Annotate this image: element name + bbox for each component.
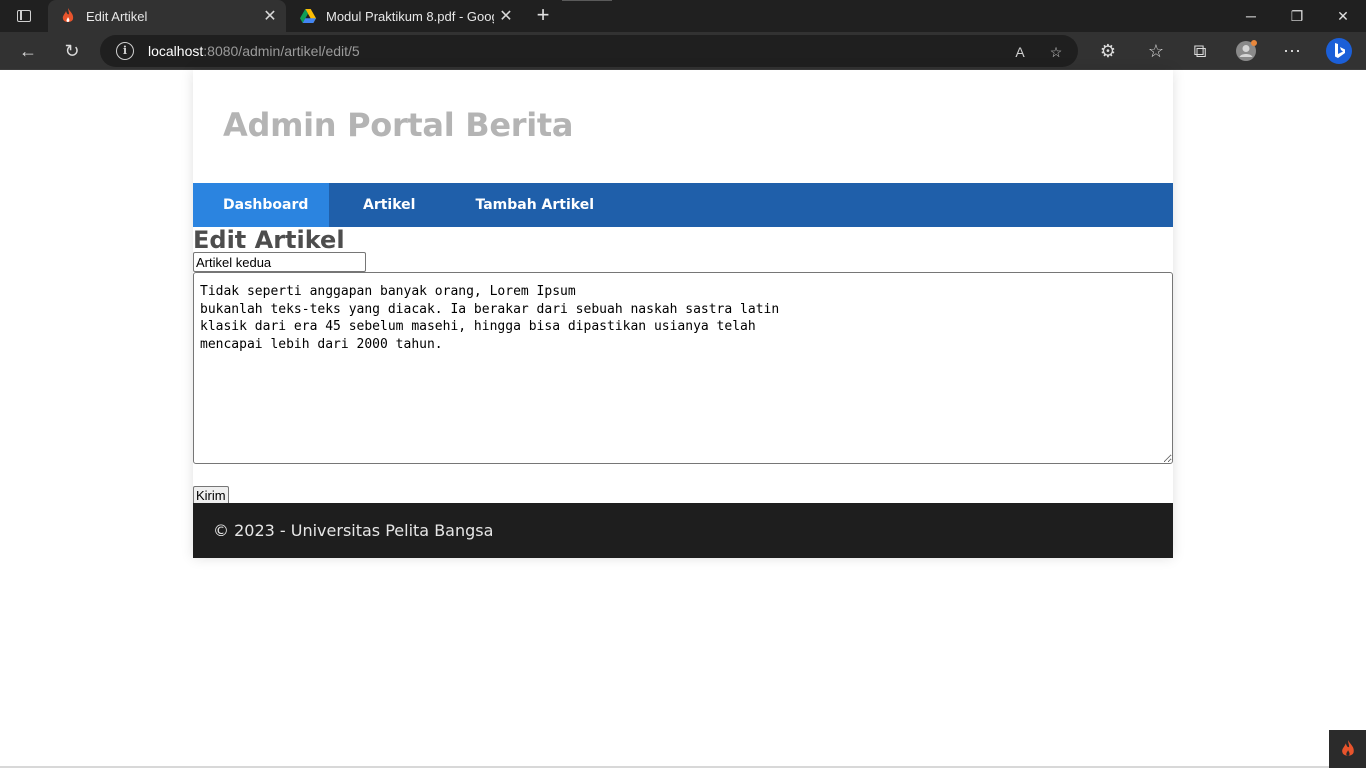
site-footer: © 2023 - Universitas Pelita Bangsa bbox=[193, 503, 1173, 558]
tab-edit-artikel[interactable]: Edit Artikel ✕ bbox=[48, 0, 286, 32]
browser-toolbar: ← ↻ i localhost:8080/admin/artikel/edit/… bbox=[0, 32, 1366, 70]
close-icon[interactable]: ✕ bbox=[494, 4, 518, 28]
browser-titlebar: Edit Artikel ✕ Modul Praktikum 8.pdf - G… bbox=[0, 0, 1366, 32]
debug-toolbar-icon[interactable] bbox=[1329, 730, 1366, 768]
tab-modul-praktikum[interactable]: Modul Praktikum 8.pdf - Google ✕ bbox=[288, 0, 524, 32]
url-text[interactable]: localhost:8080/admin/artikel/edit/5 bbox=[148, 43, 360, 59]
address-bar[interactable]: i localhost:8080/admin/artikel/edit/5 A … bbox=[100, 35, 1078, 67]
judul-input[interactable] bbox=[193, 252, 366, 272]
main-nav: Dashboard Artikel Tambah Artikel bbox=[193, 183, 1173, 227]
footer-text: © 2023 - Universitas Pelita Bangsa bbox=[213, 521, 494, 540]
bing-copilot-icon[interactable] bbox=[1324, 36, 1354, 66]
close-icon[interactable]: ✕ bbox=[258, 4, 282, 28]
site-title: Admin Portal Berita bbox=[223, 106, 574, 144]
page-heading: Edit Artikel bbox=[193, 226, 345, 254]
isi-textarea[interactable]: Tidak seperti anggapan banyak orang, Lor… bbox=[193, 272, 1173, 464]
favorites-icon[interactable]: ☆ bbox=[1142, 37, 1170, 65]
tab-actions-icon[interactable] bbox=[12, 6, 36, 26]
profile-avatar[interactable] bbox=[1232, 37, 1260, 65]
tab-divider bbox=[562, 0, 612, 1]
flame-icon bbox=[60, 8, 76, 24]
restore-icon[interactable]: ❐ bbox=[1274, 0, 1320, 32]
nav-item-tambah-artikel[interactable]: Tambah Artikel bbox=[445, 183, 624, 227]
more-menu-icon[interactable]: ⋯ bbox=[1278, 37, 1306, 65]
collections-icon[interactable]: ⧉ bbox=[1186, 37, 1214, 65]
tab-title: Modul Praktikum 8.pdf - Google bbox=[326, 8, 494, 24]
read-aloud-icon[interactable]: A bbox=[1010, 42, 1030, 62]
edit-form-section: Edit Artikel Tidak seperti anggapan bany… bbox=[193, 227, 1173, 505]
minimize-icon[interactable]: ─ bbox=[1228, 0, 1274, 32]
window-close-icon[interactable]: ✕ bbox=[1320, 0, 1366, 32]
site-header: Admin Portal Berita bbox=[193, 70, 1173, 183]
back-icon[interactable]: ← bbox=[14, 37, 42, 65]
site-info-icon[interactable]: i bbox=[116, 42, 134, 60]
google-drive-icon bbox=[300, 8, 316, 24]
page-viewport: Admin Portal Berita Dashboard Artikel Ta… bbox=[0, 70, 1366, 768]
admin-container: Admin Portal Berita Dashboard Artikel Ta… bbox=[193, 70, 1173, 558]
nav-item-dashboard[interactable]: Dashboard bbox=[193, 183, 329, 227]
new-tab-button[interactable]: + bbox=[530, 4, 556, 28]
nav-item-artikel[interactable]: Artikel bbox=[329, 183, 445, 227]
add-favorite-icon[interactable]: ☆ bbox=[1046, 42, 1066, 62]
tab-title: Edit Artikel bbox=[86, 8, 148, 24]
extensions-icon[interactable]: ⚙ bbox=[1094, 37, 1122, 65]
reload-icon[interactable]: ↻ bbox=[58, 37, 86, 65]
